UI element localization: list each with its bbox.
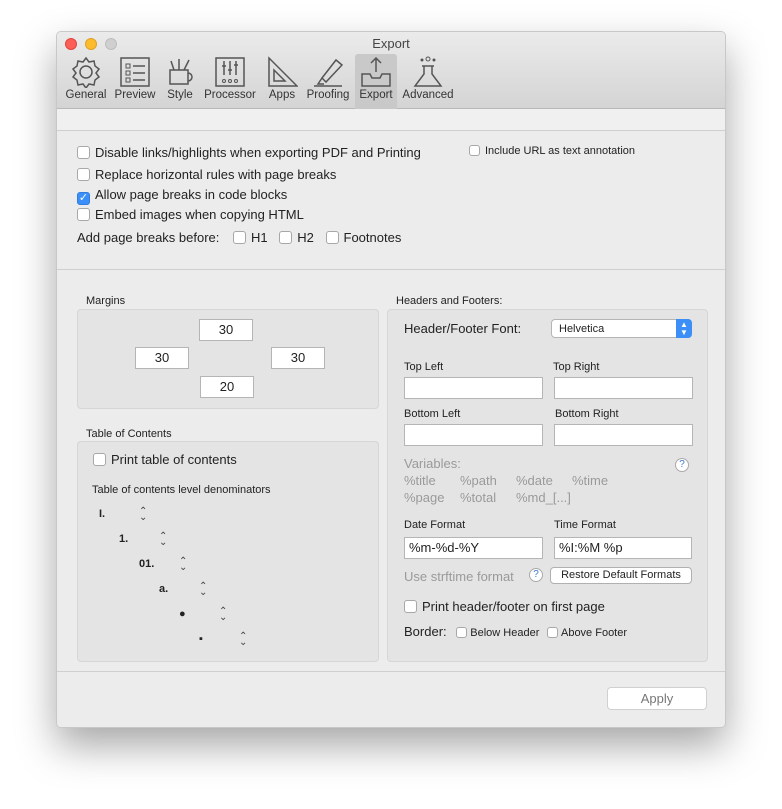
restore-default-formats-button[interactable]: Restore Default Formats <box>550 567 692 584</box>
variable: %page <box>404 490 445 505</box>
tray-upload-icon <box>361 56 391 87</box>
margin-right-input[interactable]: 30 <box>271 347 325 369</box>
include-url-checkbox[interactable]: Include URL as text annotation <box>469 145 635 157</box>
toc-denominators-label: Table of contents level denominators <box>92 484 271 496</box>
select-arrows-icon: ▲ ▼ <box>676 319 692 338</box>
top-left-input[interactable] <box>404 377 543 399</box>
sliders-icon <box>215 57 245 87</box>
print-toc-checkbox[interactable]: Print table of contents <box>93 452 237 467</box>
toolbar-tab-preview[interactable]: Preview <box>112 54 158 109</box>
toc-title: Table of Contents <box>86 428 172 440</box>
variables-label: Variables: <box>404 456 461 471</box>
toc-level-5: ● <box>179 608 186 620</box>
font-select[interactable]: Helvetica ▲ ▼ <box>551 319 692 338</box>
level-stepper-icon[interactable]: ⌃ ⌄ <box>139 507 147 523</box>
bottom-left-label: Bottom Left <box>404 408 461 420</box>
margins-title: Margins <box>86 295 126 307</box>
time-format-label: Time Format <box>554 519 616 531</box>
apply-button[interactable]: Apply <box>607 687 707 710</box>
toolbar-tab-processor[interactable]: Processor <box>201 54 259 109</box>
pencil-cup-icon <box>169 59 193 85</box>
toolbar-tab-style[interactable]: Style <box>161 54 199 109</box>
variables-help-button[interactable]: ? <box>675 458 689 472</box>
variable: %date <box>516 473 553 488</box>
first-page-checkbox[interactable]: Print header/footer on first page <box>404 599 605 614</box>
top-left-label: Top Left <box>404 361 444 373</box>
gear-icon <box>71 56 101 88</box>
toc-level-1: I. <box>99 508 106 520</box>
list-icon <box>120 57 150 87</box>
margin-left-input[interactable]: 30 <box>135 347 189 369</box>
level-stepper-icon[interactable]: ⌃ ⌄ <box>179 557 187 573</box>
bottom-left-input[interactable] <box>404 424 543 446</box>
toolbar-tab-advanced[interactable]: Advanced <box>399 54 457 109</box>
variable: %title <box>404 473 436 488</box>
border-row: Border: Below Header Above Footer <box>404 624 628 639</box>
level-stepper-icon[interactable]: ⌃ ⌄ <box>239 632 247 648</box>
toc-level-6: ▪ <box>199 633 203 645</box>
below-header-checkbox[interactable]: Below Header <box>456 627 539 639</box>
bottom-right-label: Bottom Right <box>555 408 619 420</box>
date-format-label: Date Format <box>404 519 466 531</box>
toc-level-4: a. <box>159 583 169 595</box>
above-footer-checkbox[interactable]: Above Footer <box>546 627 627 639</box>
hf-title: Headers and Footers: <box>396 295 503 307</box>
replace-rules-checkbox[interactable]: Replace horizontal rules with page break… <box>77 167 336 182</box>
toc-level-3: 01. <box>139 558 155 570</box>
top-right-input[interactable] <box>554 377 693 399</box>
h2-checkbox[interactable]: H2 <box>279 230 314 245</box>
preferences-window: Export General Preview Style Processor Apps P… <box>56 31 726 728</box>
time-format-input[interactable]: %I:%M %p <box>554 537 692 559</box>
window-title: Export <box>372 36 410 51</box>
toc-level-2: 1. <box>119 533 129 545</box>
margin-top-input[interactable]: 30 <box>199 319 253 341</box>
toolbar-tab-export[interactable]: Export <box>355 54 397 109</box>
level-stepper-icon[interactable]: ⌃ ⌄ <box>219 607 227 623</box>
footnotes-checkbox[interactable]: Footnotes <box>325 230 401 245</box>
bottom-right-input[interactable] <box>554 424 693 446</box>
level-stepper-icon[interactable]: ⌃ ⌄ <box>199 582 207 598</box>
variable: %total <box>460 490 497 505</box>
level-stepper-icon[interactable]: ⌃ ⌄ <box>159 532 167 548</box>
date-format-input[interactable]: %m-%d-%Y <box>404 537 543 559</box>
strftime-help-button[interactable]: ? <box>529 568 543 582</box>
strftime-label: Use strftime format <box>404 569 514 584</box>
disable-links-checkbox[interactable]: Disable links/highlights when exporting … <box>77 145 421 160</box>
embed-images-checkbox[interactable]: Embed images when copying HTML <box>77 207 304 222</box>
triangle-ruler-icon <box>268 56 298 87</box>
page-breaks-row: Add page breaks before: H1 H2 Footnotes <box>77 230 402 245</box>
variable: %path <box>460 473 497 488</box>
font-label: Header/Footer Font: <box>404 321 522 336</box>
h1-checkbox[interactable]: H1 <box>233 230 268 245</box>
top-right-label: Top Right <box>553 361 600 373</box>
toc-box <box>77 441 379 662</box>
highlighter-icon <box>314 58 344 87</box>
variable: %md_[...] <box>516 490 571 505</box>
toolbar-tab-general[interactable]: General <box>61 54 111 109</box>
toolbar-tab-apps[interactable]: Apps <box>262 54 302 109</box>
flask-icon <box>413 56 443 87</box>
allow-breaks-checkbox[interactable]: ✓ Allow page breaks in code blocks <box>77 187 287 205</box>
toolbar-tab-proofing[interactable]: Proofing <box>303 54 353 109</box>
checkmark-icon: ✓ <box>77 192 90 205</box>
margin-bottom-input[interactable]: 20 <box>200 376 254 398</box>
variable: %time <box>572 473 609 488</box>
title-bar: Export General Preview Style Processor Apps P… <box>57 32 725 109</box>
